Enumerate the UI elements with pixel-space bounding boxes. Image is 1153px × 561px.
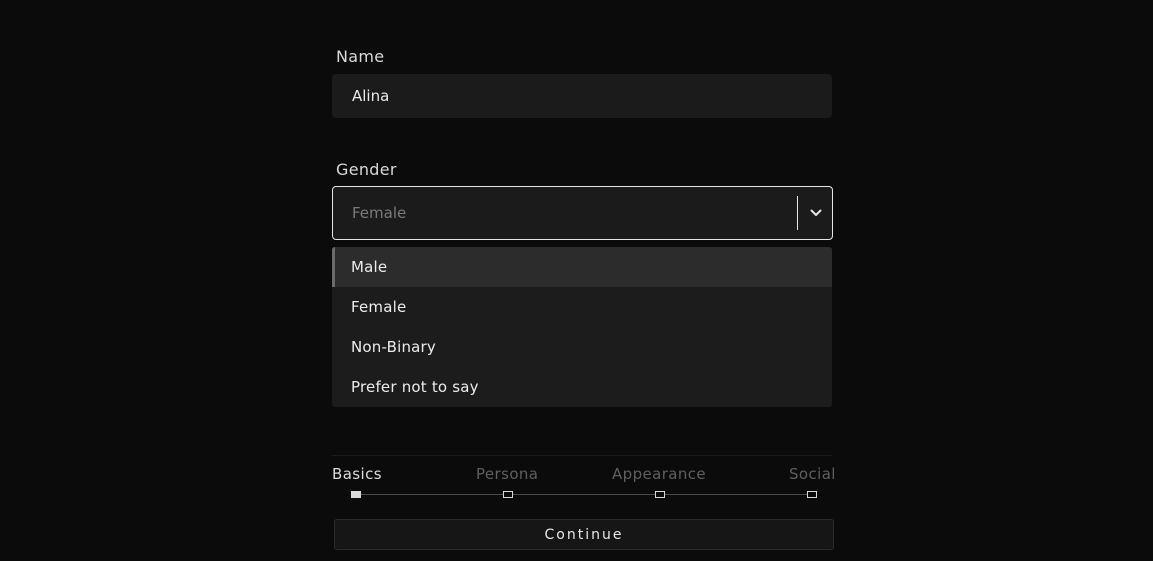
step-label-social[interactable]: Social [789, 465, 836, 483]
name-field-container [332, 74, 832, 118]
continue-button[interactable]: Continue [334, 519, 834, 550]
gender-option-male[interactable]: Male [332, 247, 832, 287]
step-marker-basics[interactable] [351, 491, 361, 498]
stepper-track [356, 494, 812, 495]
chevron-down-icon[interactable] [799, 187, 833, 239]
step-marker-persona[interactable] [503, 491, 513, 498]
step-marker-appearance[interactable] [655, 491, 665, 498]
step-label-appearance[interactable]: Appearance [612, 465, 706, 483]
name-label: Name [336, 47, 385, 66]
name-input[interactable] [332, 74, 832, 118]
gender-dropdown-menu: Male Female Non-Binary Prefer not to say [332, 247, 832, 407]
gender-option-prefer-not-to-say[interactable]: Prefer not to say [332, 367, 832, 407]
gender-label: Gender [336, 160, 397, 179]
gender-select-divider [797, 196, 798, 230]
step-label-persona[interactable]: Persona [476, 465, 538, 483]
gender-option-non-binary[interactable]: Non-Binary [332, 327, 832, 367]
step-marker-social[interactable] [807, 491, 817, 498]
gender-select[interactable]: Female [332, 186, 833, 240]
section-divider [332, 455, 832, 456]
gender-option-female[interactable]: Female [332, 287, 832, 327]
step-label-basics[interactable]: Basics [332, 465, 382, 483]
gender-select-placeholder: Female [352, 204, 407, 222]
